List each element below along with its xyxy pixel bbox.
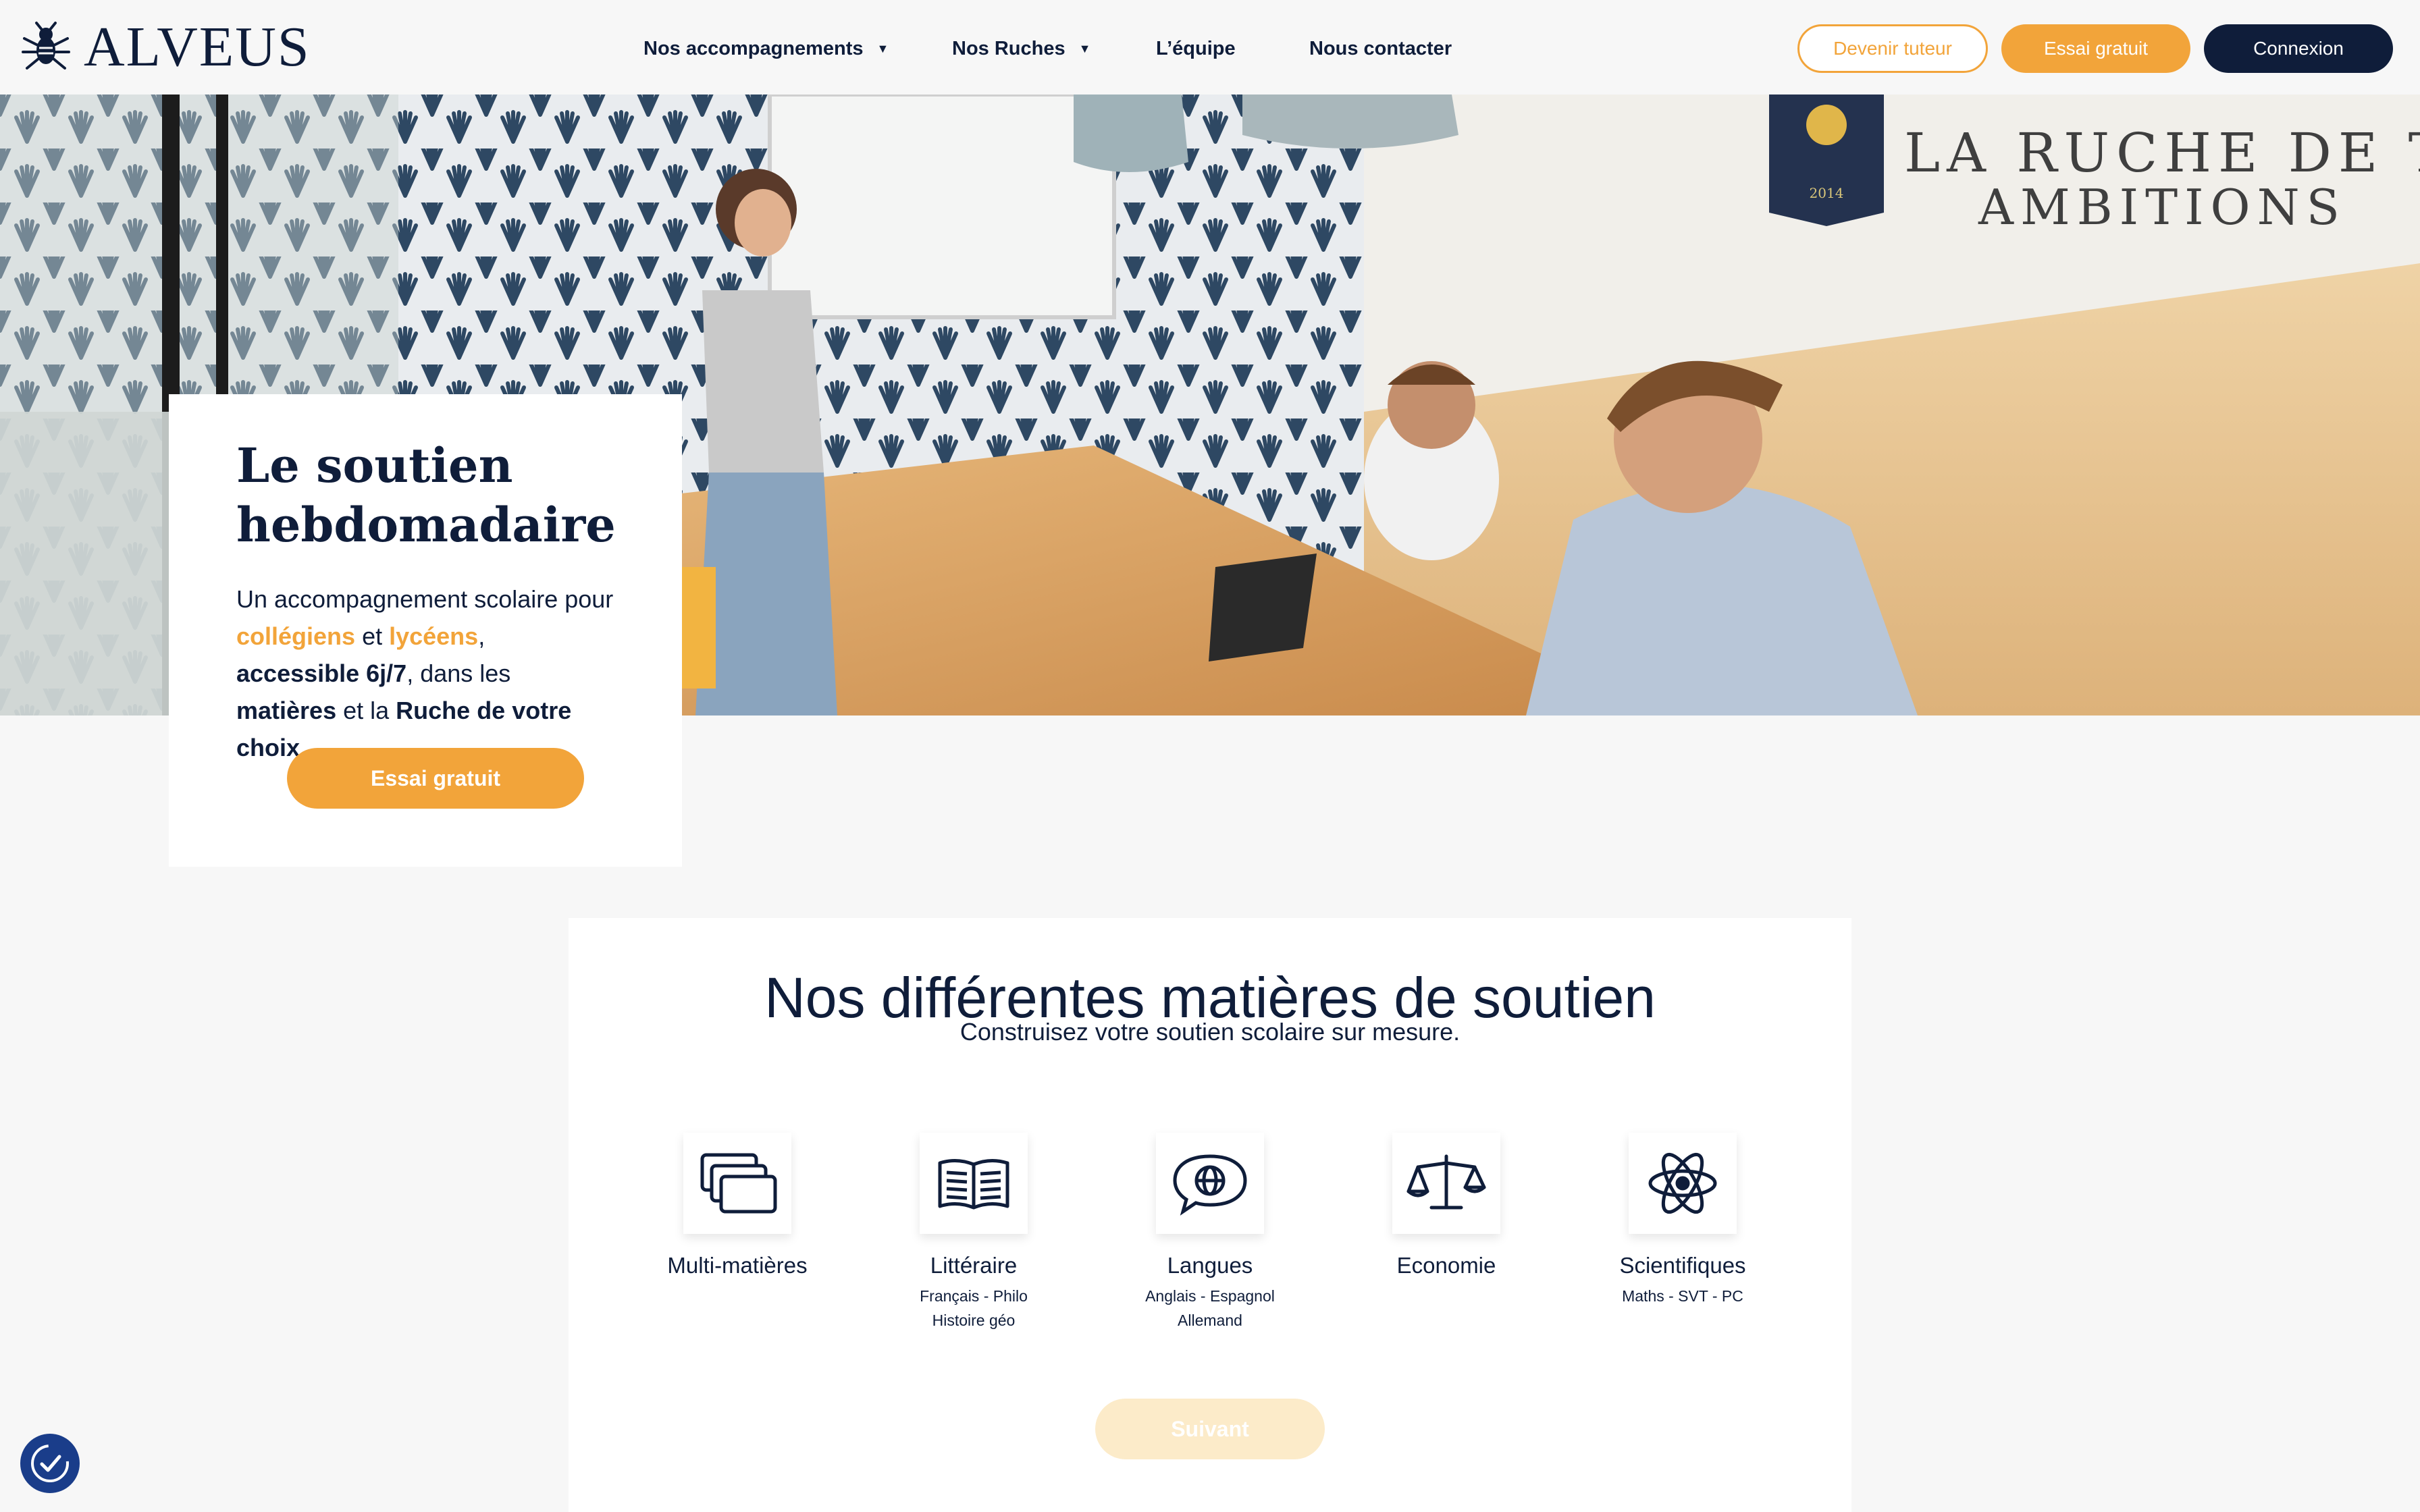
site-header: ALVEUS Nos accompagnements ▼ Nos Ruches ▼ … bbox=[0, 0, 2420, 94]
subject-name: Langues bbox=[1167, 1253, 1253, 1278]
subject-detail: Anglais - Espagnol Allemand bbox=[1109, 1284, 1311, 1332]
subject-detail-line: Allemand bbox=[1178, 1312, 1242, 1329]
desc-bold-subjects: matières bbox=[236, 697, 337, 724]
desc-text: Un accompagnement scolaire pour bbox=[236, 585, 614, 613]
desc-text: et bbox=[355, 622, 390, 650]
subject-icon-box bbox=[920, 1133, 1028, 1234]
subject-icon-box bbox=[683, 1133, 791, 1234]
next-button[interactable]: Suivant bbox=[1095, 1399, 1325, 1459]
atom-icon bbox=[1648, 1152, 1717, 1214]
hero-title: Le soutien hebdomadaire bbox=[236, 436, 616, 555]
speech-globe-icon bbox=[1173, 1154, 1247, 1216]
subject-langues[interactable]: Langues Anglais - Espagnol Allemand bbox=[1109, 1133, 1311, 1332]
login-button[interactable]: Connexion bbox=[2204, 24, 2393, 73]
subject-icon-box bbox=[1392, 1133, 1500, 1234]
desc-text: et la bbox=[336, 697, 396, 724]
subject-icon-box bbox=[1156, 1133, 1264, 1234]
hero-title-line1: Le soutien bbox=[236, 437, 513, 493]
wall-sign: LA RUCHE DE TES AMBITIONS bbox=[1904, 122, 2420, 236]
subject-detail-line: Français - Philo bbox=[920, 1287, 1028, 1305]
open-book-icon bbox=[938, 1159, 1009, 1210]
desc-text: , bbox=[478, 622, 485, 650]
subject-litteraire[interactable]: Littéraire Français - Philo Histoire géo bbox=[872, 1133, 1075, 1332]
nav-label: Nous contacter bbox=[1309, 38, 1452, 59]
subject-detail-line: Histoire géo bbox=[932, 1312, 1016, 1329]
hero-card: Le soutien hebdomadaire Un accompagnemen… bbox=[169, 394, 682, 867]
bee-icon bbox=[22, 22, 70, 70]
hero-free-trial-button[interactable]: Essai gratuit bbox=[287, 748, 584, 809]
scales-icon bbox=[1406, 1154, 1486, 1210]
desc-bold-availability: accessible 6j/7 bbox=[236, 659, 407, 687]
subjects-subtitle: Construisez votre soutien scolaire sur m… bbox=[959, 1018, 1461, 1046]
subject-name: Littéraire bbox=[930, 1253, 1018, 1278]
stacked-cards-icon bbox=[700, 1153, 777, 1214]
subject-name: Economie bbox=[1396, 1253, 1496, 1278]
desc-highlight-colleges: collégiens bbox=[236, 622, 356, 650]
logo-text: ALVEUS bbox=[84, 15, 311, 78]
logo[interactable]: ALVEUS bbox=[20, 15, 311, 78]
subjects-section: Nos différentes matières de soutien Cons… bbox=[569, 918, 1851, 1512]
nav-label: L’équipe bbox=[1156, 38, 1236, 59]
banner-year: 2014 bbox=[1810, 185, 1844, 201]
free-trial-button[interactable]: Essai gratuit bbox=[2001, 24, 2190, 73]
accessibility-button[interactable] bbox=[20, 1434, 80, 1493]
become-tutor-button[interactable]: Devenir tuteur bbox=[1797, 24, 1988, 73]
wall-sign-line1: LA RUCHE DE TES bbox=[1904, 122, 2420, 184]
nav-equipe[interactable]: L’équipe bbox=[1156, 38, 1236, 60]
subject-name: Scientifiques bbox=[1619, 1253, 1746, 1278]
nav-accompagnements[interactable]: Nos accompagnements ▼ bbox=[643, 38, 889, 60]
subject-icon-box bbox=[1629, 1133, 1737, 1234]
nav-label: Nos accompagnements bbox=[643, 38, 864, 59]
subject-detail: Français - Philo Histoire géo bbox=[872, 1284, 1075, 1332]
subject-detail-line: Maths - SVT - PC bbox=[1622, 1287, 1743, 1305]
desc-highlight-lycees: lycéens bbox=[389, 622, 479, 650]
hero-description: Un accompagnement scolaire pour collégie… bbox=[236, 580, 614, 766]
subject-detail: Maths - SVT - PC bbox=[1581, 1284, 1784, 1308]
desc-text: , dans les bbox=[406, 659, 511, 687]
nav-ruches[interactable]: Nos Ruches ▼ bbox=[952, 38, 1090, 60]
hero-title-line2: hebdomadaire bbox=[236, 497, 616, 553]
accessibility-check-icon bbox=[31, 1444, 69, 1482]
subject-detail-line: Anglais - Espagnol bbox=[1145, 1287, 1275, 1305]
subject-scientifiques[interactable]: Scientifiques Maths - SVT - PC bbox=[1581, 1133, 1784, 1308]
subject-economie[interactable]: Economie bbox=[1345, 1133, 1548, 1278]
caret-down-icon: ▼ bbox=[876, 42, 889, 55]
subject-multi[interactable]: Multi-matières bbox=[636, 1133, 839, 1278]
caret-down-icon: ▼ bbox=[1078, 42, 1091, 55]
nav-contact[interactable]: Nous contacter bbox=[1309, 38, 1452, 60]
subject-name: Multi-matières bbox=[667, 1253, 808, 1278]
nav-label: Nos Ruches bbox=[952, 38, 1066, 59]
wall-sign-line2: AMBITIONS bbox=[1978, 179, 2346, 236]
